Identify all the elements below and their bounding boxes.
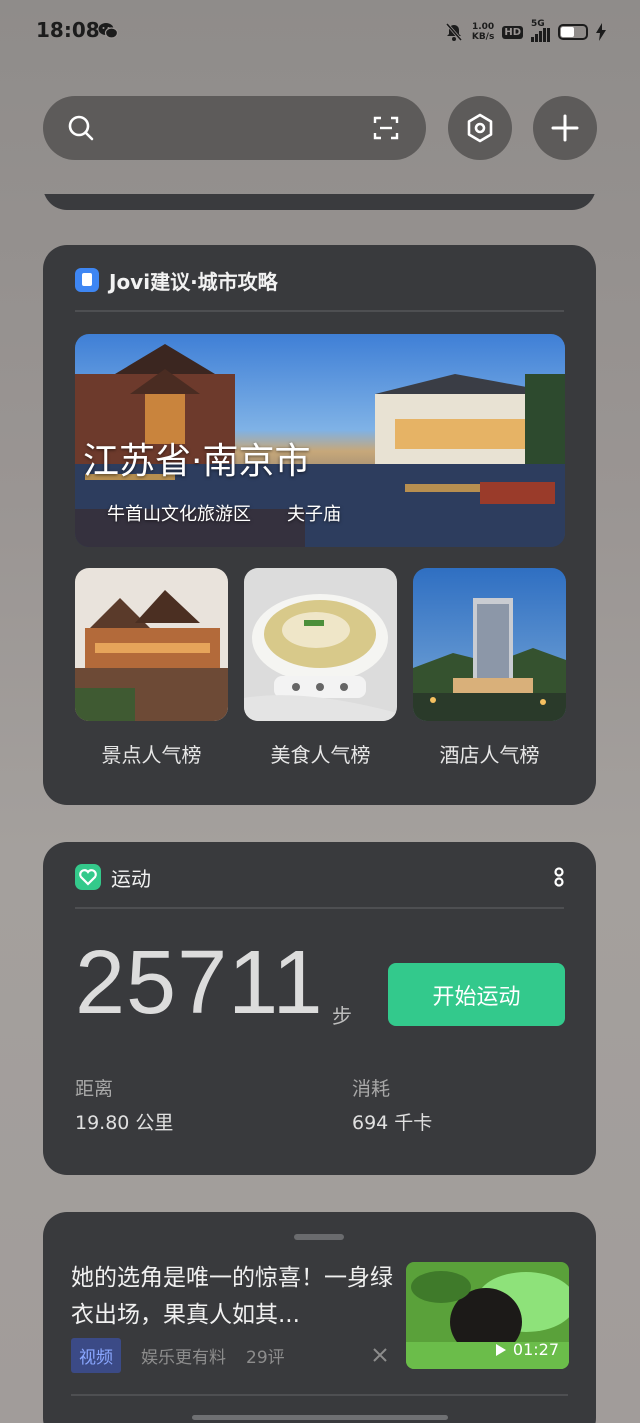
previous-card-edge (43, 194, 596, 210)
city-name: 江苏省·南京市 (83, 441, 311, 482)
ranking-label: 美食人气榜 (270, 743, 371, 767)
news-divider (71, 1394, 568, 1396)
search-icon[interactable] (67, 114, 95, 142)
jovi-app-icon (75, 268, 99, 292)
step-unit: 步 (332, 1004, 352, 1028)
scenic-spots-thumbnail (75, 568, 228, 721)
status-bar: 18:08 1.00 KB/s HD 5G (0, 0, 640, 64)
ranking-hotels[interactable]: 酒店人气榜 (413, 568, 566, 768)
news-meta: 视频 娱乐更有料 29评 (71, 1338, 285, 1373)
signal-icon: 5G (531, 19, 550, 42)
sport-card-header: 运动 (75, 864, 151, 891)
net-speed: 1.00 KB/s (472, 22, 494, 42)
battery-fill (561, 27, 574, 37)
settings-button[interactable] (448, 96, 512, 160)
search-bar[interactable] (43, 96, 426, 160)
close-icon[interactable] (373, 1348, 387, 1362)
news-feed-card[interactable]: 她的选角是唯一的惊喜！一身绿衣出场，果真人如其... 视频 娱乐更有料 29评 … (43, 1212, 596, 1423)
play-icon (495, 1343, 506, 1356)
scan-icon[interactable] (372, 114, 400, 142)
jovi-card-divider (75, 310, 564, 312)
step-count: 25711 (75, 933, 324, 1033)
jovi-card-title: Jovi建议·城市攻略 (109, 269, 278, 294)
calories-label: 消耗 (352, 1078, 391, 1100)
jovi-card-header: Jovi建议·城市攻略 (75, 267, 278, 294)
distance-label: 距离 (75, 1078, 114, 1100)
mute-icon (445, 23, 462, 41)
sport-card-title: 运动 (111, 866, 151, 891)
attraction-tags: 牛首山文化旅游区 夫子庙 (107, 500, 341, 526)
sport-card[interactable]: 运动 25711 步 开始运动 距离 19.80 公里 消耗 694 千卡 (43, 842, 596, 1175)
distance-value: 19.80 公里 (75, 1112, 174, 1134)
add-widget-button[interactable] (533, 96, 597, 160)
duration-text: 01:27 (512, 1340, 559, 1359)
wechat-icon (98, 23, 118, 39)
sport-card-divider (75, 907, 564, 909)
news-title[interactable]: 她的选角是唯一的惊喜！一身绿衣出场，果真人如其... (71, 1260, 401, 1334)
settings-icon (467, 113, 493, 143)
food-thumbnail (244, 568, 397, 721)
network-label: 5G (531, 19, 545, 29)
add-icon (551, 114, 579, 142)
hotels-thumbnail (413, 568, 566, 721)
net-speed-unit: KB/s (471, 32, 495, 42)
ranking-label: 景点人气榜 (101, 743, 202, 767)
more-options-icon[interactable] (552, 866, 566, 888)
home-indicator[interactable] (192, 1415, 448, 1420)
news-video-thumbnail[interactable]: 01:27 (406, 1262, 569, 1369)
drag-handle[interactable] (294, 1234, 344, 1240)
ranking-food[interactable]: 美食人气榜 (244, 568, 397, 768)
charging-icon (596, 23, 606, 41)
ranking-label: 酒店人气榜 (439, 743, 540, 767)
video-tag: 视频 (71, 1338, 121, 1373)
comment-count: 29评 (246, 1348, 285, 1368)
attraction-tag[interactable]: 夫子庙 (287, 500, 341, 526)
battery-icon (558, 24, 588, 40)
status-right: 1.00 KB/s HD 5G (444, 19, 606, 44)
status-time: 18:08 (36, 18, 100, 42)
news-source: 娱乐更有料 (141, 1348, 226, 1368)
sport-app-icon (75, 864, 101, 890)
start-exercise-button[interactable]: 开始运动 (388, 963, 565, 1026)
video-duration: 01:27 (495, 1340, 559, 1359)
hd-badge: HD (502, 25, 523, 39)
attraction-tag[interactable]: 牛首山文化旅游区 (107, 500, 251, 526)
ranking-scenic-spots[interactable]: 景点人气榜 (75, 568, 228, 768)
net-speed-value: 1.00 (471, 22, 495, 32)
city-hero-image[interactable]: 江苏省·南京市 牛首山文化旅游区 夫子庙 (75, 334, 565, 547)
calories-value: 694 千卡 (352, 1112, 433, 1134)
jovi-city-guide-card[interactable]: Jovi建议·城市攻略 江苏省·南京市 牛首山文化旅游区 夫子庙 景点人气榜 美… (43, 245, 596, 805)
